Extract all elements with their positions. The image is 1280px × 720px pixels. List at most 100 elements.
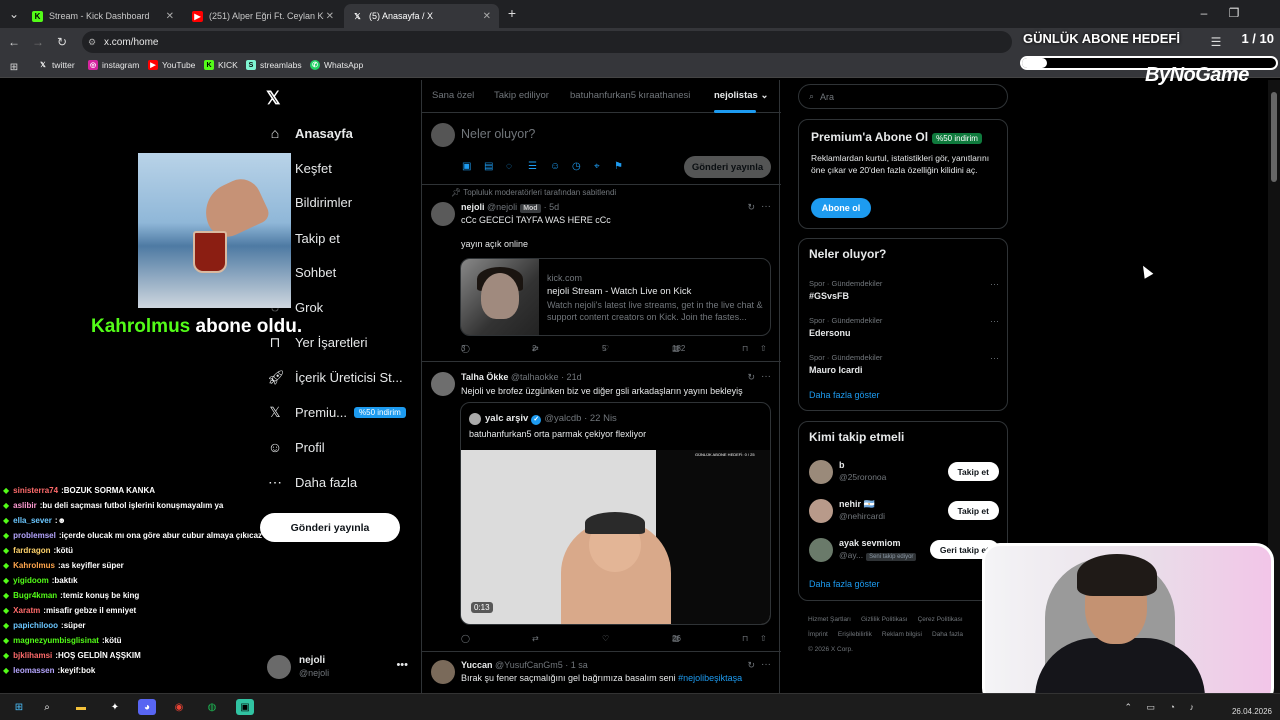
trend-item[interactable]: Spor · Gündemdekiler Edersonu ··· bbox=[809, 316, 999, 338]
system-tray[interactable]: ⌃ ▭ ◔ ♪ bbox=[1125, 702, 1200, 713]
discord-icon[interactable]: ◕ bbox=[138, 699, 156, 715]
author-name[interactable]: Talha Ökke bbox=[461, 372, 508, 382]
video-player[interactable]: GÜNLÜK ABONE HEDEFİ: 0 / 25 0:13 bbox=[461, 450, 770, 624]
bookmark-whatsapp[interactable]: ✆ WhatsApp bbox=[310, 60, 363, 70]
heart-icon[interactable]: ♡ bbox=[602, 634, 609, 643]
file-explorer-icon[interactable]: ▬ bbox=[72, 699, 90, 715]
grok-icon[interactable]: ↻ bbox=[747, 660, 755, 671]
hashtag-link[interactable]: #nejolibeşiktaşa bbox=[678, 673, 742, 683]
nav-item-7[interactable]: 🚀︎ İçerik Üreticisi St... bbox=[267, 369, 403, 386]
nav-item-10[interactable]: ⋯ Daha fazla bbox=[267, 474, 357, 491]
more-icon[interactable]: ··· bbox=[990, 279, 999, 289]
bookmark-instagram[interactable]: ◎ instagram bbox=[88, 60, 139, 70]
author-handle[interactable]: @nejoli bbox=[487, 202, 517, 212]
location-icon[interactable]: ⌖ bbox=[594, 161, 600, 172]
follow-suggestion[interactable]: nehir 🇦🇷 @nehircardi Takip et bbox=[809, 497, 999, 525]
back-icon[interactable]: ← bbox=[6, 34, 22, 50]
tab-kick-dashboard[interactable]: K Stream - Kick Dashboard ✕ bbox=[24, 4, 182, 28]
author-handle[interactable]: @YusufCanGm5 bbox=[495, 660, 563, 670]
chrome-icon[interactable]: ◉ bbox=[170, 699, 188, 715]
more-icon[interactable]: ··· bbox=[761, 659, 771, 670]
wtf-show-more[interactable]: Daha fazla göster bbox=[809, 579, 880, 589]
avatar[interactable] bbox=[431, 372, 455, 396]
footer-link[interactable]: İmprint bbox=[808, 631, 828, 638]
gif-icon[interactable]: ▤ bbox=[484, 161, 493, 172]
bookmark-youtube[interactable]: ▶ YouTube bbox=[148, 60, 195, 70]
subscribe-button[interactable]: Abone ol bbox=[811, 198, 871, 218]
follow-button[interactable]: Takip et bbox=[947, 501, 999, 520]
apps-icon[interactable]: ⊞ bbox=[6, 59, 22, 75]
more-icon[interactable]: ••• bbox=[396, 659, 408, 671]
grok-icon[interactable]: ↻ bbox=[747, 372, 755, 383]
link-card[interactable]: kick.com nejoli Stream - Watch Live on K… bbox=[460, 258, 771, 336]
nav-item-8[interactable]: 𝕏 Premiu... %50 indirim bbox=[267, 404, 406, 421]
bookmark-twitter[interactable]: 𝕏twitter bbox=[38, 60, 75, 70]
account-switcher[interactable]: nejoli @nejoli ••• bbox=[267, 655, 412, 685]
author-handle[interactable]: @talhaokke bbox=[511, 372, 559, 382]
minimize-icon[interactable]: – bbox=[1196, 5, 1212, 21]
footer-link[interactable]: Hizmet Şartları bbox=[808, 616, 851, 623]
trend-item[interactable]: Spor · Gündemdekiler #GSvsFB ··· bbox=[809, 279, 999, 301]
footer-link[interactable]: Çerez Politikası bbox=[918, 616, 963, 623]
streamlabs-icon[interactable]: ▣ bbox=[236, 699, 254, 715]
scrollbar-thumb[interactable] bbox=[1271, 92, 1277, 182]
tab-x-home[interactable]: 𝕏 (5) Anasayfa / X ✕ bbox=[344, 4, 499, 28]
nav-item-9[interactable]: ☺ Profil bbox=[267, 439, 325, 455]
spotify-icon[interactable]: ◍ bbox=[203, 699, 221, 715]
author-name[interactable]: nejoli bbox=[461, 202, 485, 212]
reload-icon[interactable]: ↻ bbox=[54, 34, 70, 50]
post-button[interactable]: Gönderi yayınla bbox=[260, 513, 400, 542]
footer-link[interactable]: Daha fazla bbox=[932, 631, 963, 638]
tweet[interactable]: Yuccan @YusufCanGm5 · 1 sa ↻ ··· Bırak ş… bbox=[422, 652, 781, 693]
trend-item[interactable]: Spor · Gündemdekiler Mauro Icardi ··· bbox=[809, 353, 999, 375]
quoted-tweet[interactable]: yalc arşiv ✓ @yalcdb · 22 Nis batuhanfurka… bbox=[460, 402, 771, 625]
close-icon[interactable]: ✕ bbox=[166, 11, 174, 22]
close-icon[interactable]: ✕ bbox=[483, 11, 491, 22]
flag-icon[interactable]: ⚑ bbox=[614, 161, 623, 172]
bookmark-icon[interactable]: ⊓ bbox=[742, 634, 748, 643]
nav-item-0[interactable]: ⌂ Anasayfa bbox=[267, 125, 353, 141]
more-icon[interactable]: ··· bbox=[761, 201, 771, 212]
search-icon[interactable]: ⌕ bbox=[38, 699, 56, 715]
tab-community-1[interactable]: batuhanfurkan5 kıraathanesi bbox=[570, 90, 690, 101]
search-input[interactable]: ⌕ Ara bbox=[798, 84, 1008, 109]
bookmark-icon[interactable]: ⊓ bbox=[742, 344, 748, 353]
maximize-icon[interactable]: ❐ bbox=[1226, 5, 1242, 21]
site-info-icon[interactable]: ⚙ bbox=[88, 37, 96, 48]
footer-link[interactable]: Reklam bilgisi bbox=[882, 631, 922, 638]
share-icon[interactable]: ⇧ bbox=[760, 344, 767, 353]
tab-list-button[interactable]: ⌄ bbox=[6, 6, 22, 22]
footer-link[interactable]: Gizlilik Politikası bbox=[861, 616, 908, 623]
schedule-icon[interactable]: ◷ bbox=[572, 161, 581, 172]
url-input[interactable]: ⚙ x.com/home bbox=[82, 31, 1012, 53]
x-logo-icon[interactable]: 𝕏 bbox=[266, 88, 281, 109]
grok-icon[interactable]: ◌ bbox=[506, 161, 512, 172]
forward-icon[interactable]: → bbox=[30, 34, 46, 50]
bookmark-streamlabs[interactable]: Sstreamlabs bbox=[246, 60, 302, 70]
tab-following[interactable]: Takip ediliyor bbox=[494, 90, 549, 101]
follow-suggestion[interactable]: b @25roronoa Takip et bbox=[809, 458, 999, 486]
more-icon[interactable]: ··· bbox=[990, 316, 999, 326]
avatar[interactable] bbox=[431, 202, 455, 226]
share-icon[interactable]: ⇧ bbox=[760, 634, 767, 643]
app-icon[interactable]: ✦ bbox=[106, 699, 124, 715]
footer-link[interactable]: Erişilebilirlik bbox=[838, 631, 872, 638]
footer-link[interactable]: © 2026 X Corp. bbox=[808, 646, 853, 653]
tab-youtube[interactable]: ▶ (251) Alper Eğri Ft. Ceylan Koy... ✕ bbox=[184, 4, 342, 28]
avatar[interactable] bbox=[431, 660, 455, 684]
emoji-icon[interactable]: ☺ bbox=[550, 161, 560, 172]
reply-icon[interactable]: ◯ bbox=[461, 634, 470, 643]
more-icon[interactable]: ··· bbox=[761, 371, 771, 382]
grok-icon[interactable]: ↻ bbox=[747, 202, 755, 213]
windows-start-icon[interactable]: ⊞ bbox=[10, 699, 28, 715]
bookmark-kick[interactable]: K KICK bbox=[204, 60, 238, 70]
new-tab-button[interactable]: + bbox=[504, 5, 520, 21]
tab-community-nejolistas[interactable]: nejolistas ⌄ bbox=[714, 90, 768, 101]
compose-post-button[interactable]: Gönderi yayınla bbox=[684, 156, 771, 178]
author-name[interactable]: Yuccan bbox=[461, 660, 493, 670]
tab-for-you[interactable]: Sana özel bbox=[432, 90, 474, 101]
trends-show-more[interactable]: Daha fazla göster bbox=[809, 390, 880, 400]
more-icon[interactable]: ··· bbox=[990, 353, 999, 363]
repost-icon[interactable]: ⇄ bbox=[532, 634, 539, 643]
image-icon[interactable]: ▣ bbox=[462, 161, 471, 172]
